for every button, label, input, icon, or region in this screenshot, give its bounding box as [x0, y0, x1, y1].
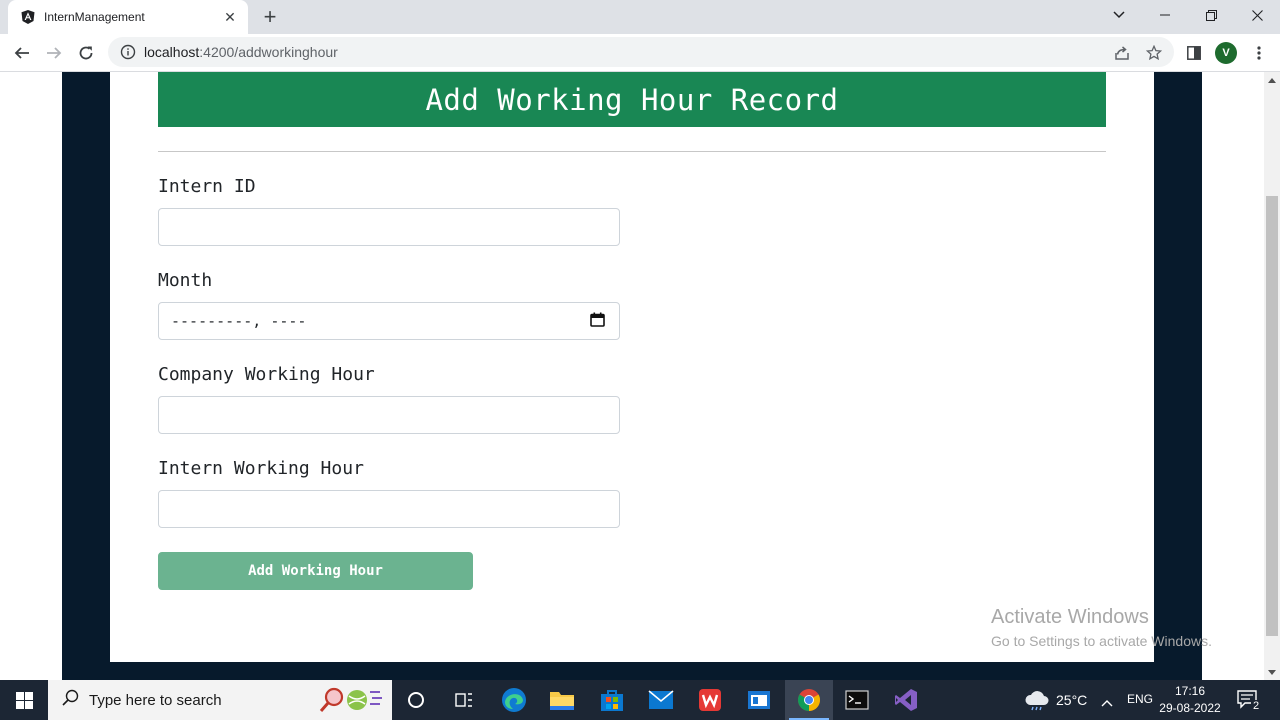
add-working-hour-button[interactable]: Add Working Hour [158, 552, 473, 590]
restore-icon[interactable] [1188, 0, 1234, 30]
weather-cloud-icon[interactable] [1024, 689, 1050, 716]
side-panel-icon[interactable] [1180, 39, 1208, 67]
cortana-icon[interactable] [392, 680, 440, 720]
terminal-icon[interactable] [833, 680, 881, 720]
windows-start-icon[interactable] [0, 680, 48, 720]
scrollbar-thumb[interactable] [1266, 196, 1278, 636]
site-info-icon[interactable] [120, 44, 136, 60]
forward-arrow-icon[interactable] [40, 39, 68, 67]
page-viewport: Add Working Hour Record Intern ID Month … [0, 72, 1264, 680]
back-arrow-icon[interactable] [8, 39, 36, 67]
windows-taskbar: Type here to search 25°C ENG 17:16 29-08… [0, 680, 1280, 720]
taskbar-clock[interactable]: 17:16 29-08-2022 [1156, 683, 1224, 717]
wps-office-icon[interactable] [686, 680, 734, 720]
browser-tab-strip: InternManagement ✕ + [0, 0, 1280, 34]
clock-time: 17:16 [1174, 684, 1206, 698]
close-tab-icon[interactable]: ✕ [222, 9, 238, 25]
intern-id-input[interactable] [158, 208, 620, 246]
form-card: Add Working Hour Record Intern ID Month … [110, 72, 1154, 662]
close-window-icon[interactable] [1234, 0, 1280, 30]
task-view-icon[interactable] [440, 680, 488, 720]
url-text: localhost:4200/addworkinghour [144, 44, 338, 60]
weather-temperature[interactable]: 25°C [1056, 692, 1087, 708]
clock-date: 29-08-2022 [1159, 701, 1221, 715]
menu-kebab-icon[interactable] [1245, 39, 1273, 67]
search-placeholder: Type here to search [89, 691, 222, 709]
page-header: Add Working Hour Record [158, 72, 1106, 127]
taskbar-search-box[interactable]: Type here to search [48, 680, 392, 720]
store-icon[interactable] [588, 680, 636, 720]
month-date-input[interactable]: ---------, ---- [158, 302, 620, 340]
mail-icon[interactable] [637, 680, 685, 720]
reload-icon[interactable] [72, 39, 100, 67]
page-scrollbar[interactable] [1264, 72, 1280, 680]
intern-working-hour-label: Intern Working Hour [158, 458, 364, 479]
tab-title: InternManagement [44, 10, 145, 24]
angular-icon [20, 9, 36, 25]
url-host: localhost [144, 44, 200, 60]
scroll-down-arrow-icon[interactable] [1264, 664, 1280, 680]
page-title: Add Working Hour Record [425, 82, 839, 117]
intern-id-label: Intern ID [158, 176, 256, 197]
edge-icon[interactable] [490, 680, 538, 720]
calendar-icon[interactable] [590, 312, 605, 331]
watermark-subtitle: Go to Settings to activate Windows. [991, 633, 1212, 649]
chrome-icon[interactable] [785, 680, 833, 720]
profile-avatar[interactable]: V [1215, 42, 1237, 64]
bookmark-star-icon[interactable] [1144, 43, 1164, 63]
scroll-up-arrow-icon[interactable] [1264, 72, 1280, 88]
address-bar[interactable]: localhost:4200/addworkinghour [108, 37, 1174, 67]
divider [158, 151, 1106, 152]
new-tab-button[interactable]: + [258, 4, 282, 29]
intern-working-hour-input[interactable] [158, 490, 620, 528]
browser-toolbar: localhost:4200/addworkinghour V [0, 34, 1280, 72]
company-working-hour-label: Company Working Hour [158, 364, 375, 385]
month-label: Month [158, 270, 213, 291]
tray-chevron-up-icon[interactable] [1101, 694, 1113, 712]
share-icon[interactable] [1112, 43, 1132, 63]
news-app-icon[interactable] [735, 680, 783, 720]
activate-windows-watermark: Activate Windows Go to Settings to activ… [991, 606, 1212, 649]
minimize-icon[interactable] [1142, 0, 1188, 30]
company-working-hour-input[interactable] [158, 396, 620, 434]
watermark-title: Activate Windows [991, 606, 1149, 628]
notification-count-badge: 2 [1251, 700, 1262, 712]
tab-search-icon[interactable] [1096, 0, 1142, 30]
month-placeholder: ---------, ---- [171, 312, 307, 330]
search-icon [62, 689, 79, 711]
url-path: :4200/addworkinghour [199, 44, 338, 60]
visual-studio-icon[interactable] [882, 680, 930, 720]
browser-tab[interactable]: InternManagement ✕ [8, 0, 248, 34]
file-explorer-icon[interactable] [538, 680, 586, 720]
language-indicator[interactable]: ENG [1127, 692, 1153, 706]
search-highlight-icon [318, 686, 382, 719]
